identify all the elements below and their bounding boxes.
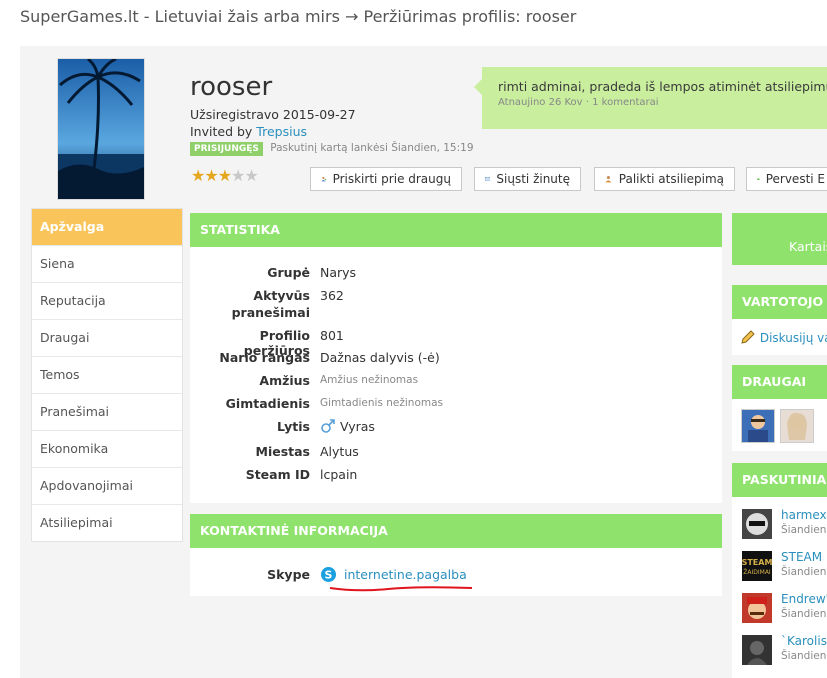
star-icon: ★: [231, 166, 245, 185]
skype-row: Skype: [190, 567, 310, 585]
online-status: PRISIJUNGĘS Paskutinį kartą lankėsi Šian…: [190, 142, 474, 156]
stat-label: Gimtadienis: [225, 396, 310, 411]
svg-text:ŽAIDIMAI: ŽAIDIMAI: [743, 568, 771, 576]
sidebar-item[interactable]: Siena: [32, 245, 182, 282]
invited-by: Invited by Trepsius: [190, 124, 307, 139]
sidebar-item[interactable]: Ekonomika: [32, 430, 182, 467]
inviter-link[interactable]: Trepsius: [256, 124, 307, 139]
visitor-time: Šiandien,: [781, 566, 827, 578]
registration-info: Užsiregistravo 2015-09-27: [190, 107, 356, 122]
friend-avatar[interactable]: [780, 409, 814, 443]
visitor-name[interactable]: harmex: [781, 508, 827, 522]
visitor-name[interactable]: Endrew': [781, 592, 827, 606]
visitor-time: Šiandien,: [781, 650, 827, 662]
stat-label: Amžius: [259, 373, 310, 388]
envelope-icon: [485, 177, 491, 181]
stat-label: Steam ID: [245, 467, 310, 482]
list-item[interactable]: harmex Šiandien,: [732, 507, 827, 545]
sidebar-item[interactable]: Draugai: [32, 319, 182, 356]
registered-label: Užsiregistravo: [190, 107, 279, 122]
registered-date: 2015-09-27: [282, 107, 356, 122]
sidebar-item[interactable]: Apdovanojimai: [32, 467, 182, 504]
list-item[interactable]: Endrew' Šiandien,: [732, 591, 827, 629]
sidebar-item[interactable]: Pranešimai: [32, 393, 182, 430]
friends-box: DRAUGAI: [732, 365, 827, 451]
visitor-time: Šiandien,: [781, 524, 827, 536]
invited-label: Invited by: [190, 124, 253, 139]
friend-avatar[interactable]: [741, 409, 775, 443]
status-meta[interactable]: Atnaujino 26 Kov · 1 komentarai: [498, 97, 659, 108]
palm-tree-avatar-image: [58, 59, 144, 199]
add-friend-button[interactable]: Priskirti prie draugų: [310, 167, 462, 191]
visitor-avatar[interactable]: [742, 635, 772, 665]
money-icon: [757, 178, 760, 181]
stat-label: Lytis: [277, 419, 310, 434]
visitor-avatar[interactable]: [742, 509, 772, 539]
user-info-box: VARTOTOJO N Diskusijų va: [732, 285, 827, 355]
stat-label: Nario rangas: [219, 350, 310, 365]
profile-avatar: [57, 58, 145, 200]
svg-text:STEAM: STEAM: [742, 558, 772, 567]
stat-value: Alytus: [320, 444, 359, 459]
stat-value: Dažnas dalyvis (-ė): [320, 350, 440, 365]
stat-label: Aktyvūs pranešimai: [231, 288, 310, 320]
profile-sidebar-nav: Apžvalga Siena Reputacija Draugai Temos Prane…: [31, 208, 183, 542]
visitor-time: Šiandien,: [781, 608, 827, 620]
star-icon: ★: [217, 166, 232, 185]
friends-heading: DRAUGAI: [732, 365, 827, 399]
stat-value: 801: [320, 328, 344, 343]
statistics-box: STATISTIKA Grupė Narys Aktyvūs pranešimai 3…: [190, 213, 722, 503]
right-promo-box: Kartais: [732, 213, 827, 265]
sidebar-item[interactable]: Atsiliepimai: [32, 504, 182, 541]
sidebar-item[interactable]: Temos: [32, 356, 182, 393]
male-icon: [321, 419, 335, 433]
pencil-icon: [741, 330, 755, 344]
status-update[interactable]: rimti adminai, pradeda iš lempos atiminė…: [474, 67, 827, 129]
list-item[interactable]: `Karolis. Šiandien,: [732, 633, 827, 671]
red-underline-annotation: [329, 586, 473, 592]
visitor-avatar[interactable]: [742, 593, 772, 623]
online-badge: PRISIJUNGĘS: [190, 142, 263, 156]
discussions-link[interactable]: Diskusijų va: [760, 331, 827, 345]
contact-box: KONTAKTINĖ INFORMACIJA Skype S interneti…: [190, 514, 722, 596]
statistics-heading: STATISTIKA: [190, 213, 722, 247]
leave-feedback-button[interactable]: Palikti atsiliepimą: [594, 167, 735, 191]
last-visit: Paskutinį kartą lankėsi Šiandien, 15:19: [270, 142, 474, 154]
latest-heading: PASKUTINIAI I: [732, 463, 827, 497]
rating-stars: ★★★★★: [191, 166, 259, 185]
stat-value: lcpain: [320, 467, 358, 482]
visitor-name[interactable]: `Karolis.: [781, 634, 827, 648]
stat-value: Amžius nežinomas: [320, 374, 419, 386]
visitor-avatar[interactable]: STEAM ŽAIDIMAI: [742, 551, 772, 581]
stat-label: Grupė: [267, 265, 310, 280]
contact-heading: KONTAKTINĖ INFORMACIJA: [190, 514, 722, 548]
stat-value: 362: [320, 288, 344, 303]
stat-label: Miestas: [255, 444, 311, 459]
discussions-link-row[interactable]: Diskusijų va: [740, 329, 827, 345]
user-info-heading: VARTOTOJO N: [732, 285, 827, 319]
user-feedback-icon: [605, 175, 612, 183]
star-icon: ★: [191, 166, 205, 185]
profile-username: rooser: [190, 72, 273, 102]
visitor-name[interactable]: STEAM: [781, 550, 822, 564]
status-text: rimti adminai, pradeda iš lempos atiminė…: [498, 79, 827, 94]
page-title: SuperGames.lt - Lietuviai žais arba mirs…: [20, 7, 577, 26]
stat-value: Gimtadienis nežinomas: [320, 397, 444, 409]
sidebar-item[interactable]: Reputacija: [32, 282, 182, 319]
latest-visitors-box: PASKUTINIAI I harmexŠiandien,STEAMŽAIDIM…: [732, 463, 827, 678]
skype-label: Skype: [267, 567, 310, 582]
promo-text: Kartais: [789, 239, 827, 254]
list-item[interactable]: STEAM ŽAIDIMAI STEAM Šiandien,: [732, 549, 827, 587]
profile-panel: rooser Užsiregistravo 2015-09-27 Invited…: [20, 46, 827, 678]
send-message-button[interactable]: Siųsti žinutę: [474, 167, 581, 191]
sidebar-item[interactable]: Apžvalga: [32, 209, 182, 245]
star-icon: ★: [204, 166, 218, 185]
add-user-icon: [321, 176, 327, 182]
star-icon: ★: [244, 166, 258, 185]
transfer-button[interactable]: Pervesti E: [746, 167, 827, 191]
stat-value: Vyras: [320, 419, 375, 434]
stat-value: Narys: [320, 265, 357, 280]
